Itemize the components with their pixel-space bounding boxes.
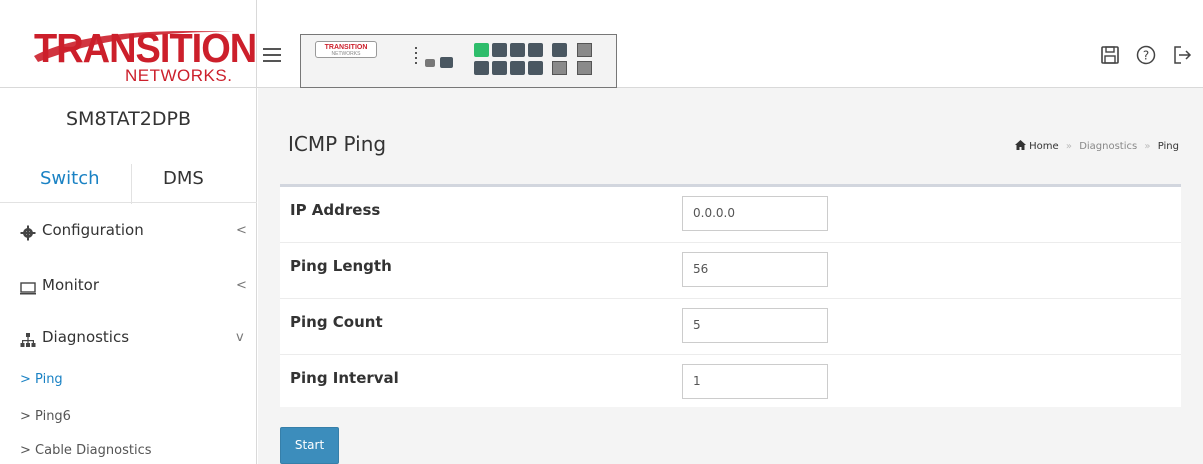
form-row-ip-address: IP Address 0.0.0.0 — [280, 187, 1181, 243]
sidebar: SM8TAT2DPB Switch DMS Configuration < Mo… — [0, 88, 257, 464]
sitemap-icon — [20, 333, 36, 347]
ip-address-label: IP Address — [290, 201, 381, 219]
ping-length-input[interactable]: 56 — [682, 252, 828, 287]
ping-count-input[interactable]: 5 — [682, 308, 828, 343]
top-header: TRANSITION NETWORKS. TRANSITION NETWORKS — [0, 0, 1203, 88]
ping-count-label: Ping Count — [290, 313, 383, 331]
help-icon[interactable]: ? — [1136, 45, 1158, 67]
device-name: SM8TAT2DPB — [65, 108, 191, 130]
sidebar-subitem-ping6[interactable]: > Ping6 — [20, 409, 71, 424]
device-panel[interactable]: TRANSITION NETWORKS — [300, 34, 617, 88]
tab-switch[interactable]: Switch — [40, 168, 100, 189]
breadcrumb-separator: » — [1065, 141, 1072, 152]
form-row-ping-count: Ping Count 5 — [280, 299, 1181, 355]
device-logo-sub: NETWORKS — [331, 51, 361, 57]
chevron-left-icon: < — [236, 278, 247, 293]
chevron-down-icon: v — [236, 330, 244, 345]
brand-logo[interactable]: TRANSITION NETWORKS. — [0, 0, 257, 88]
port-6-bottom[interactable] — [510, 61, 525, 75]
tab-divider — [0, 202, 257, 203]
sidebar-item-label: Configuration — [42, 221, 144, 239]
page-title: ICMP Ping — [288, 132, 387, 156]
console-port — [425, 59, 435, 67]
port-8-bottom[interactable] — [528, 61, 543, 75]
ping-interval-label: Ping Interval — [290, 369, 399, 387]
sidebar-item-diagnostics[interactable]: Diagnostics v — [0, 328, 257, 368]
mgmt-port — [440, 57, 453, 68]
device-logo-text: TRANSITION — [324, 44, 368, 51]
tab-dms[interactable]: DMS — [163, 168, 204, 189]
monitor-icon — [20, 282, 36, 295]
sidebar-item-monitor[interactable]: Monitor < — [0, 276, 257, 316]
sidebar-item-configuration[interactable]: Configuration < — [0, 221, 257, 261]
ping-interval-input[interactable]: 1 — [682, 364, 828, 399]
sfp-port-2-top[interactable] — [577, 43, 592, 57]
sidebar-tabs: Switch DMS — [0, 164, 257, 204]
breadcrumb-diagnostics[interactable]: Diagnostics — [1079, 141, 1137, 152]
port-3-top[interactable] — [492, 43, 507, 57]
ip-address-input[interactable]: 0.0.0.0 — [682, 196, 828, 231]
home-icon — [1014, 140, 1026, 150]
form-row-ping-length: Ping Length 56 — [280, 243, 1181, 299]
save-icon[interactable] — [1100, 45, 1122, 67]
sidebar-subitem-ping[interactable]: > Ping — [20, 372, 63, 387]
device-logo: TRANSITION NETWORKS — [315, 41, 377, 58]
port-5-top[interactable] — [510, 43, 525, 57]
port-4-bottom[interactable] — [492, 61, 507, 75]
chevron-left-icon: < — [236, 223, 247, 238]
ping-form-card: IP Address 0.0.0.0 Ping Length 56 Ping C… — [280, 184, 1181, 407]
start-button[interactable]: Start — [280, 427, 339, 464]
sfp-port-1[interactable] — [552, 61, 567, 75]
status-leds — [415, 47, 419, 67]
breadcrumb-separator: » — [1144, 141, 1151, 152]
sidebar-item-label: Monitor — [42, 276, 100, 294]
main-content: ICMP Ping Home » Diagnostics » Ping IP A… — [258, 88, 1203, 464]
breadcrumb-home[interactable]: Home — [1029, 141, 1059, 152]
port-1-top[interactable] — [474, 43, 489, 57]
port-7-top[interactable] — [528, 43, 543, 57]
port-2-bottom[interactable] — [474, 61, 489, 75]
breadcrumb: Home » Diagnostics » Ping — [1014, 140, 1179, 152]
breadcrumb-current: Ping — [1157, 141, 1179, 152]
sfp-port-2-bottom[interactable] — [577, 61, 592, 75]
port-9-top[interactable] — [552, 43, 567, 57]
sidebar-subitem-cable-diagnostics[interactable]: > Cable Diagnostics — [20, 443, 152, 458]
svg-text:?: ? — [1143, 49, 1149, 63]
logo-sub-text: NETWORKS. — [125, 66, 233, 85]
form-row-ping-interval: Ping Interval 1 — [280, 355, 1181, 411]
hamburger-icon[interactable] — [263, 48, 281, 64]
sidebar-item-label: Diagnostics — [42, 328, 130, 346]
ping-length-label: Ping Length — [290, 257, 392, 275]
gear-icon — [20, 225, 36, 241]
logout-icon[interactable] — [1172, 45, 1194, 67]
